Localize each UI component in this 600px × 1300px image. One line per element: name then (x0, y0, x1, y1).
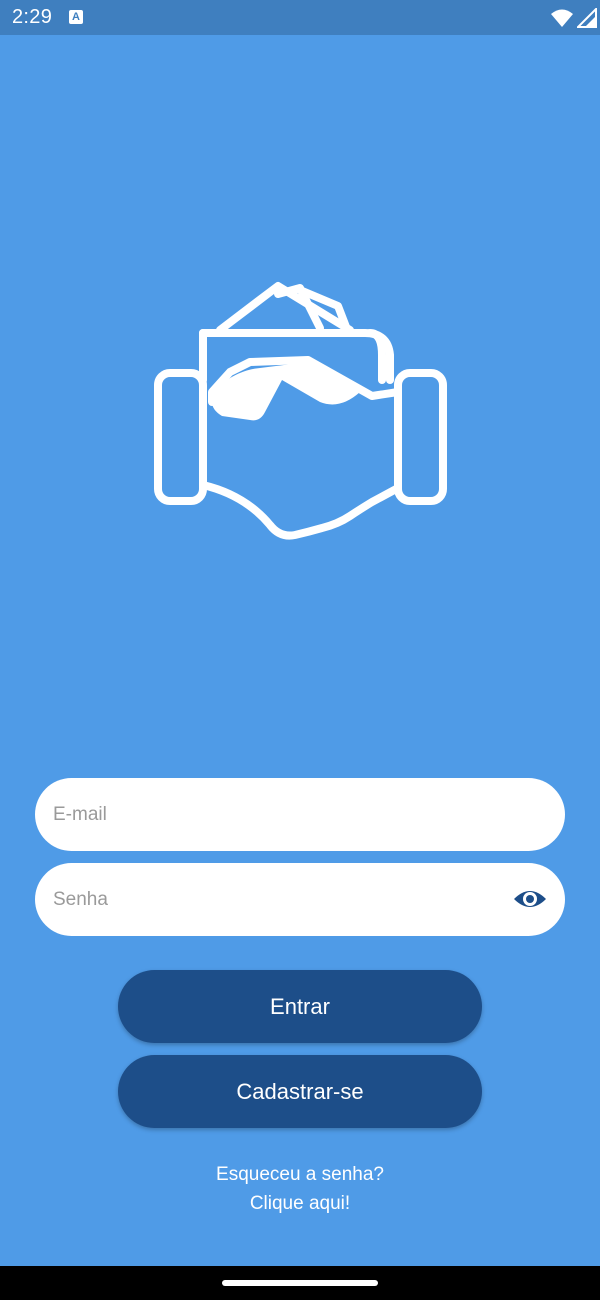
email-field[interactable] (35, 778, 565, 851)
status-bar: 2:29 A (0, 0, 600, 35)
password-field[interactable] (35, 863, 565, 936)
forgot-password: Esqueceu a senha? Clique aqui! (0, 1160, 600, 1218)
navigation-bar (0, 1266, 600, 1300)
forgot-password-question: Esqueceu a senha? (216, 1164, 384, 1185)
home-indicator[interactable] (222, 1280, 378, 1286)
wifi-icon (551, 9, 573, 27)
status-time: 2:29 (12, 6, 53, 28)
app-notification-icon: A (69, 10, 83, 24)
signal-icon (577, 8, 597, 28)
eye-icon[interactable] (512, 885, 548, 913)
forgot-password-link[interactable]: Clique aqui! (0, 1189, 600, 1218)
handshake-money-icon (154, 282, 447, 540)
signup-button[interactable]: Cadastrar-se (118, 1055, 482, 1128)
login-button[interactable]: Entrar (118, 970, 482, 1043)
